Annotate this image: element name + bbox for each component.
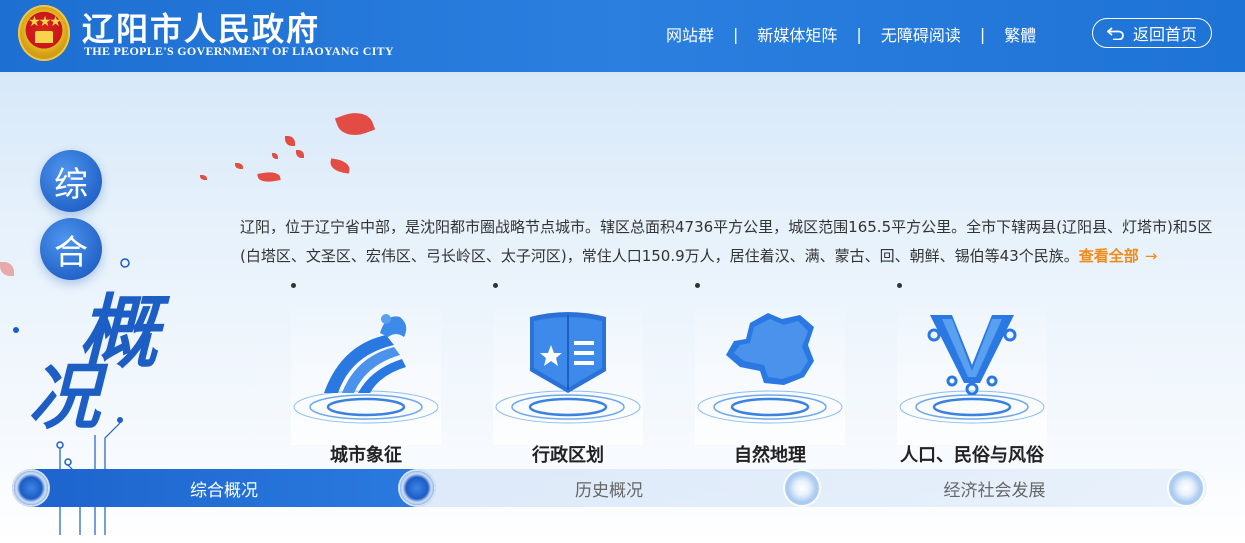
folk-pattern-icon [927, 315, 1017, 395]
petal-decoration [272, 153, 278, 159]
bullet-dot [493, 283, 498, 288]
tab-label: 综合概况 [190, 480, 258, 501]
card-city-symbol[interactable]: 城市象征 [291, 283, 441, 468]
tab-ball-icon [14, 471, 48, 505]
nav-separator: | [979, 24, 986, 44]
return-icon [1106, 27, 1124, 40]
tab-overview[interactable]: 综合概况 [12, 469, 436, 507]
intro-text: 辽阳，位于辽宁省中部，是沈阳都市圈战略节点城市。辖区总面积4736平方公里，城区… [240, 218, 1213, 265]
tab-history[interactable]: 历史概况 [436, 469, 782, 507]
tab-ball-icon [400, 471, 434, 505]
petal-decoration [296, 150, 304, 158]
petal-decoration [257, 170, 281, 184]
map-icon [726, 313, 814, 385]
title-char-ball-1: 综 [40, 150, 102, 212]
nav-traditional-chinese[interactable]: 繁體 [1000, 22, 1040, 46]
card-label: 人口、民俗与风俗 [900, 445, 1044, 466]
nav-separator: | [733, 24, 739, 44]
section-tab-bar: 综合概况 历史概况 经济社会发展 [12, 469, 1207, 507]
bullet-dot [897, 283, 902, 288]
city-symbol-icon [324, 314, 407, 393]
national-emblem-icon: ★★★ [18, 5, 70, 61]
petal-decoration [285, 136, 295, 146]
nav-site-group[interactable]: 网站群 [662, 22, 718, 46]
nav-new-media[interactable]: 新媒体矩阵 [753, 22, 841, 46]
bullet-dot [291, 283, 296, 288]
top-nav: 网站群 | 新媒体矩阵 | 无障碍阅读 | 繁體 [662, 22, 1040, 46]
card-label: 行政区划 [532, 445, 604, 466]
header-bar: ★★★ 辽阳市人民政府 THE PEOPLE'S GOVERNMENT OF L… [0, 0, 1245, 72]
tab-label: 历史概况 [575, 480, 643, 501]
arrow-right-icon[interactable]: → [1145, 247, 1158, 265]
card-label: 城市象征 [330, 445, 402, 466]
view-all-link[interactable]: 查看全部 [1079, 247, 1139, 265]
petal-decoration [329, 158, 351, 174]
tab-ball-icon [1169, 471, 1203, 505]
card-population-folk[interactable]: 人口、民俗与风俗 [897, 283, 1047, 468]
site-subtitle: THE PEOPLE'S GOVERNMENT OF LIAOYANG CITY [84, 44, 394, 58]
return-home-button[interactable]: 返回首页 [1092, 18, 1212, 48]
nav-separator: | [856, 24, 862, 44]
bullet-dot [695, 283, 700, 288]
return-home-label: 返回首页 [1132, 25, 1197, 44]
card-natural-geography[interactable]: 自然地理 [695, 283, 845, 468]
tab-economy-society[interactable]: 经济社会发展 [822, 469, 1167, 507]
tab-label: 经济社会发展 [943, 480, 1046, 501]
petal-decoration [200, 175, 207, 180]
card-admin-division[interactable]: 行政区划 [493, 283, 643, 468]
admin-division-icon [530, 312, 606, 393]
tab-ball-icon [785, 471, 819, 505]
intro-paragraph: 辽阳，位于辽宁省中部，是沈阳都市圈战略节点城市。辖区总面积4736平方公里，城区… [240, 213, 1230, 271]
nav-accessibility[interactable]: 无障碍阅读 [877, 22, 965, 46]
petal-decoration [334, 106, 376, 142]
card-label: 自然地理 [734, 445, 806, 466]
petal-decoration [235, 163, 243, 169]
